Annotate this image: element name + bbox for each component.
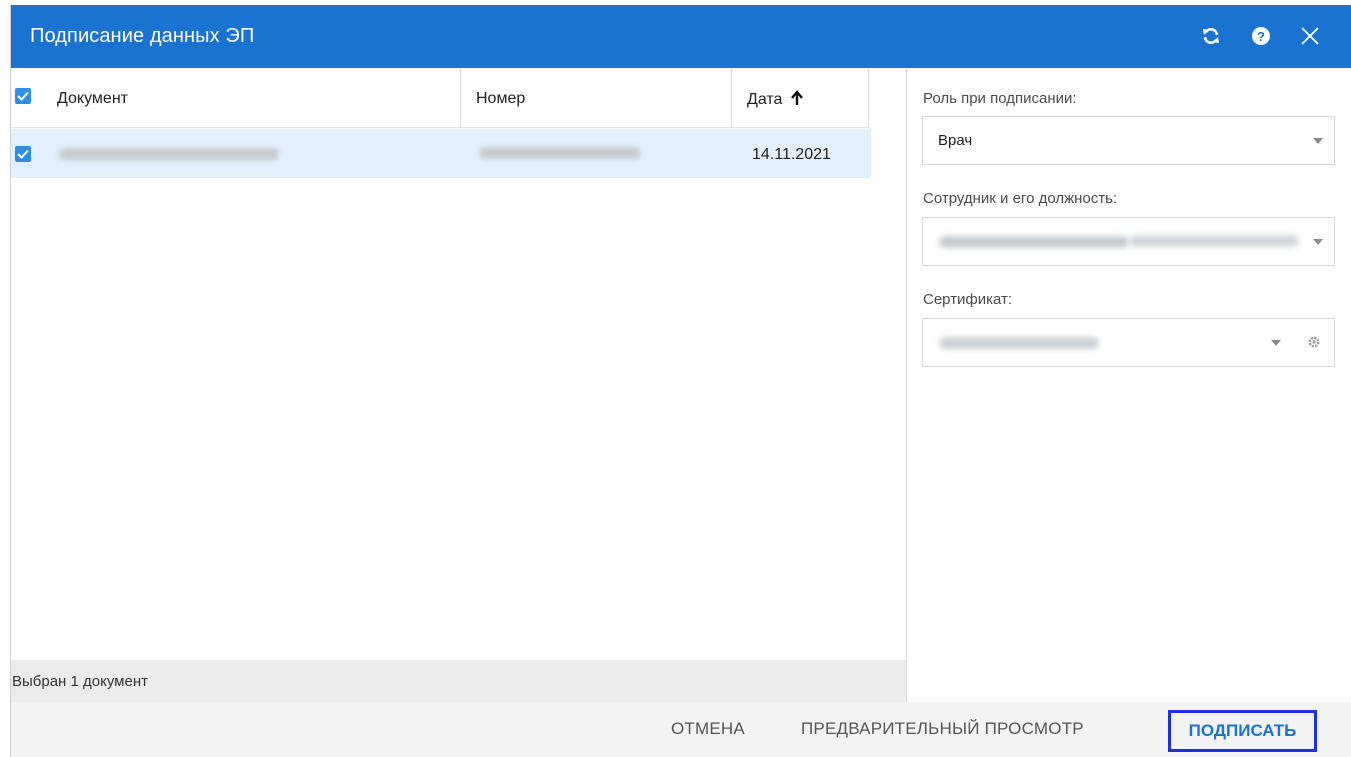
sign-button[interactable]: ПОДПИСАТЬ — [1168, 710, 1317, 752]
employee-value-redacted — [1129, 235, 1299, 247]
document-name-redacted — [59, 148, 279, 160]
column-header-document[interactable]: Документ — [57, 90, 128, 108]
table-row[interactable]: 14.11.2021 — [11, 129, 871, 178]
sign-dialog: Подписание данных ЭП ? Документ Номер Да… — [10, 5, 1351, 757]
title-bar: Подписание данных ЭП ? — [11, 5, 1351, 68]
gear-icon[interactable] — [1306, 334, 1322, 350]
arrow-up-icon — [790, 90, 803, 105]
employee-label: Сотрудник и его должность: — [923, 190, 1118, 207]
role-value: Врач — [938, 132, 973, 149]
refresh-icon[interactable] — [1197, 22, 1225, 50]
column-header-number[interactable]: Номер — [476, 90, 525, 108]
column-divider — [868, 68, 869, 128]
status-bar: Выбран 1 документ — [11, 660, 906, 702]
certificate-value-redacted — [939, 337, 1099, 349]
chevron-down-icon[interactable] — [1313, 138, 1323, 144]
svg-text:?: ? — [1257, 29, 1265, 44]
signing-options-panel: Роль при подписании: Врач Сотрудник и ег… — [908, 68, 1351, 702]
select-all-checkbox[interactable] — [15, 88, 31, 104]
row-checkbox[interactable] — [15, 146, 31, 162]
document-date: 14.11.2021 — [752, 146, 831, 163]
dialog-title: Подписание данных ЭП — [30, 25, 255, 47]
role-select[interactable]: Врач — [922, 116, 1335, 165]
column-divider — [731, 68, 732, 128]
documents-grid: Документ Номер Дата 14.11.2021 Выбран 1 … — [11, 68, 907, 702]
document-number-redacted — [479, 147, 641, 159]
dialog-footer: ОТМЕНА ПРЕДВАРИТЕЛЬНЫЙ ПРОСМОТР ПОДПИСАТ… — [11, 702, 1351, 757]
chevron-down-icon[interactable] — [1313, 239, 1323, 245]
cancel-button[interactable]: ОТМЕНА — [671, 719, 745, 739]
chevron-down-icon[interactable] — [1271, 340, 1281, 346]
employee-select[interactable] — [922, 217, 1335, 266]
column-header-date[interactable]: Дата — [747, 90, 804, 109]
close-icon[interactable] — [1296, 22, 1324, 50]
role-label: Роль при подписании: — [923, 90, 1077, 107]
grid-header: Документ Номер Дата — [11, 68, 869, 128]
column-divider — [460, 68, 461, 128]
preview-button[interactable]: ПРЕДВАРИТЕЛЬНЫЙ ПРОСМОТР — [801, 719, 1084, 739]
column-header-date-label: Дата — [747, 91, 783, 108]
selection-count: Выбран 1 документ — [12, 673, 148, 690]
certificate-select[interactable] — [922, 318, 1335, 367]
certificate-label: Сертификат: — [923, 291, 1013, 308]
employee-value-redacted — [939, 236, 1129, 248]
help-icon[interactable]: ? — [1247, 22, 1275, 50]
